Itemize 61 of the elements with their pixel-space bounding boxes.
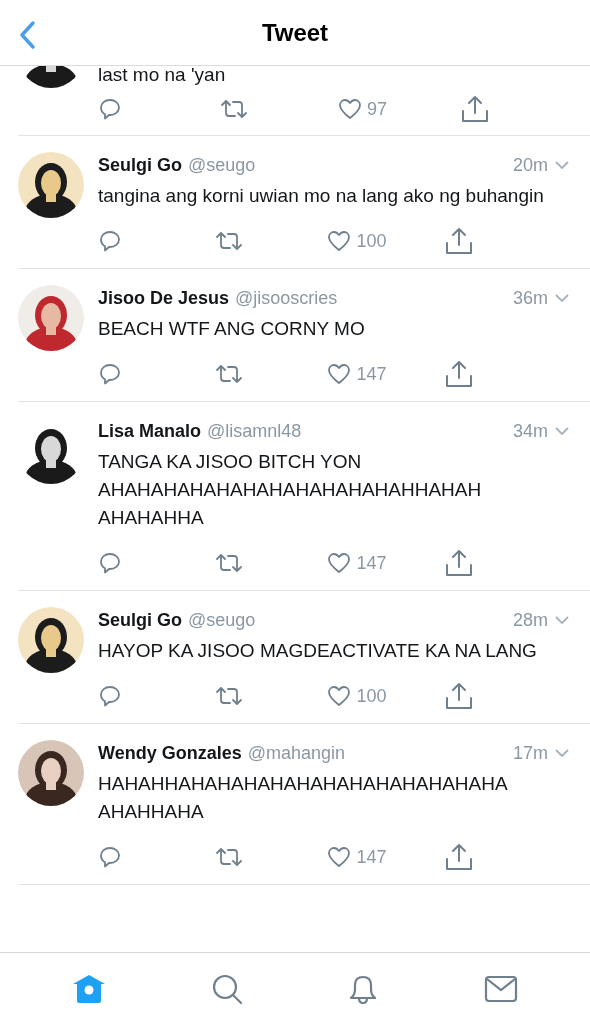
chevron-down-icon[interactable] xyxy=(554,426,570,436)
chevron-down-icon[interactable] xyxy=(554,160,570,170)
share-icon[interactable] xyxy=(444,359,474,389)
back-icon[interactable] xyxy=(18,20,36,50)
retweet-icon[interactable] xyxy=(214,552,243,574)
tweet-text: HAHAHHAHAHAHAHAHAHAHAHAHAHAHAHA AHAHHAHA xyxy=(98,772,509,824)
share-icon[interactable] xyxy=(460,94,490,124)
timestamp: 20m xyxy=(513,153,548,177)
retweet-icon[interactable] xyxy=(214,685,243,707)
timestamp: 34m xyxy=(513,419,548,443)
like-count: 147 xyxy=(356,362,387,386)
heart-icon[interactable] xyxy=(327,846,352,868)
like-count: 100 xyxy=(356,684,387,708)
search-icon[interactable] xyxy=(210,972,243,1005)
user-handle: @lisamnl48 xyxy=(207,419,302,443)
heart-icon[interactable] xyxy=(338,98,362,120)
reply-icon[interactable] xyxy=(98,684,122,708)
chevron-down-icon[interactable] xyxy=(554,748,570,758)
user-handle: @seugo xyxy=(188,153,256,177)
page-title: Tweet xyxy=(261,17,329,48)
retweet-icon[interactable] xyxy=(220,98,248,120)
reply-icon[interactable] xyxy=(98,551,122,575)
user-name: Lisa Manalo xyxy=(98,419,202,443)
user-handle: @seugo xyxy=(188,608,256,632)
user-handle: @jisooscries xyxy=(235,286,338,310)
like-count: 97 xyxy=(367,97,388,121)
share-icon[interactable] xyxy=(444,842,474,872)
tweet-text: BEACH WTF ANG CORNY MO xyxy=(98,317,366,341)
heart-icon[interactable] xyxy=(327,230,352,252)
user-handle: @mahangin xyxy=(247,741,346,765)
user-name: Jisoo De Jesus xyxy=(98,286,230,310)
mail-icon[interactable] xyxy=(483,974,518,1003)
heart-icon[interactable] xyxy=(327,685,352,707)
reply-icon[interactable] xyxy=(98,845,122,869)
like-count: 147 xyxy=(356,845,387,869)
like-count: 100 xyxy=(356,229,387,253)
user-name: Seulgi Go xyxy=(98,153,182,177)
reply-icon[interactable] xyxy=(98,97,122,121)
tweet-text: last mo na 'yan xyxy=(98,66,227,86)
retweet-icon[interactable] xyxy=(214,846,243,868)
home-icon[interactable] xyxy=(72,972,107,1005)
tweet-text: tangina ang korni uwian mo na lang ako ng buhangin xyxy=(98,184,545,208)
share-icon[interactable] xyxy=(444,548,474,578)
user-name: Wendy Gonzales xyxy=(98,741,242,765)
heart-icon[interactable] xyxy=(327,363,352,385)
tweet-text: HAYOP KA JISOO MAGDEACTIVATE KA NA LANG xyxy=(98,639,538,663)
share-icon[interactable] xyxy=(444,681,474,711)
reply-icon[interactable] xyxy=(98,362,122,386)
reply-icon[interactable] xyxy=(98,229,122,253)
timestamp: 17m xyxy=(513,741,548,765)
chevron-down-icon[interactable] xyxy=(554,293,570,303)
heart-icon[interactable] xyxy=(327,552,352,574)
timestamp: 28m xyxy=(513,608,548,632)
retweet-icon[interactable] xyxy=(214,363,243,385)
share-icon[interactable] xyxy=(444,226,474,256)
chevron-down-icon[interactable] xyxy=(554,615,570,625)
user-name: Seulgi Go xyxy=(98,608,182,632)
tweet-text: TANGA KA JISOO BITCH YON AHAHAHAHAHAHAHAHAHAHAHAHHAHAH AHAHAHHA xyxy=(98,450,483,530)
timestamp: 36m xyxy=(513,286,548,310)
retweet-icon[interactable] xyxy=(214,230,243,252)
like-count: 147 xyxy=(356,551,387,575)
